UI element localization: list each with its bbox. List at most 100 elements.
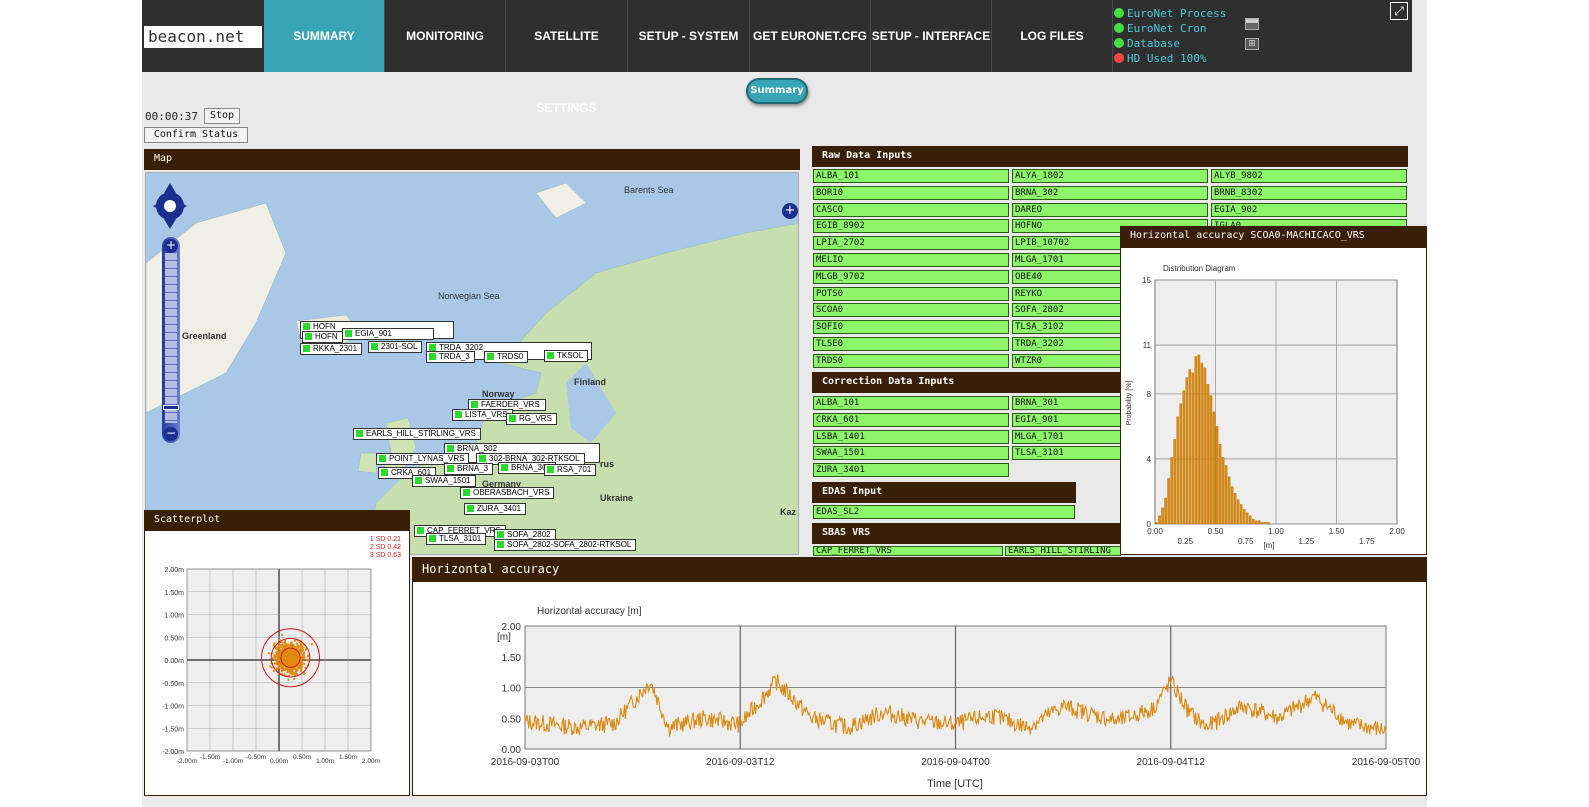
raw-input-cell[interactable]: MELIO [813, 253, 1009, 267]
map-site-label[interactable]: BRNA_3 [444, 463, 494, 475]
raw-input-cell[interactable]: DAREO [1012, 202, 1208, 217]
ts-xtick-label: 2016-09-05T00 [1352, 757, 1421, 768]
hist-bar [1182, 390, 1185, 525]
edas-input-cell[interactable]: EDAS_SL2 [813, 505, 1075, 519]
hist-bar [1161, 507, 1164, 525]
ts-ytick-label: 1.00 [502, 684, 522, 695]
tab-summary[interactable]: SUMMARY [264, 0, 385, 72]
scatter-point [292, 660, 295, 663]
map-site-label[interactable]: RSA_701 [544, 464, 597, 476]
zoom-in-icon[interactable]: + [164, 239, 178, 253]
hist-ylabel: Probability [%] [1126, 381, 1133, 426]
map-site-label[interactable]: SWAA_1501 [412, 475, 476, 487]
scatter-point [295, 645, 298, 648]
raw-input-cell[interactable]: BRNB_8302 [1211, 185, 1407, 200]
map-site-label[interactable]: LISTA_VRS [452, 409, 513, 421]
zoom-handle[interactable] [163, 405, 179, 410]
hist-bar [1203, 367, 1207, 525]
map-site-label[interactable]: RKKA_2301 [300, 343, 363, 355]
scatter-point [270, 666, 273, 669]
scatter-ytick-label: -0.50m [162, 681, 184, 688]
map-site-label[interactable]: ZURA_3401 [464, 503, 527, 515]
scatter-point [277, 659, 280, 662]
raw-input-cell[interactable]: SOFI0 [813, 320, 1009, 335]
hist-bar [1264, 522, 1267, 525]
scatter-ytick-label: -1.50m [162, 726, 184, 733]
hist-ytick-label: 4 [1147, 455, 1152, 464]
raw-input-cell[interactable]: ALYA_1802 [1012, 169, 1208, 183]
raw-input-cell[interactable]: ALYB_9802 [1211, 169, 1407, 183]
hist-title: Distribution Diagram [1163, 264, 1236, 273]
raw-input-cell[interactable]: ALBA_101 [813, 169, 1009, 183]
raw-input-cell[interactable]: BRNA_302 [1012, 185, 1208, 200]
tab-log-files[interactable]: LOG FILES [992, 0, 1113, 72]
layer-switcher-icon[interactable]: + [782, 203, 798, 219]
hist-bar [1258, 520, 1261, 525]
raw-input-cell[interactable]: CASCO [813, 202, 1009, 217]
scatter-sd-label: 1 SD 0.21 [370, 536, 401, 543]
scatter-point [307, 654, 310, 657]
theme-dark-icon[interactable] [1245, 18, 1259, 30]
raw-input-cell[interactable]: POTS0 [813, 286, 1009, 301]
status-dot-icon [1114, 8, 1124, 18]
scatter-point [294, 656, 297, 659]
map-view[interactable]: Barents Sea Norwegian Sea Greenland Finl… [145, 172, 799, 555]
scatter-panel: 2.00m 1.50m 1.00m 0.50m 0.00m -0.50m -1.00m -1.… [144, 530, 410, 796]
scatter-point [289, 641, 293, 644]
map-site-label[interactable]: EGIA_901 [342, 328, 434, 340]
map-pan-control[interactable] [152, 181, 188, 231]
correction-input-cell[interactable]: LSBA_1401 [813, 429, 1009, 444]
fullscreen-icon[interactable]: ⤢ [1390, 2, 1408, 20]
scatter-point [299, 643, 303, 646]
scatter-point [281, 648, 284, 651]
scatter-point [271, 657, 275, 660]
map-site-label[interactable]: OBERASBACH_VRS [460, 487, 555, 499]
map-label-norwegian-sea: Norwegian Sea [438, 291, 500, 301]
stop-button[interactable]: Stop [204, 108, 240, 124]
tab-monitoring[interactable]: MONITORING [385, 0, 506, 72]
tab-satellite-settings[interactable]: SATELLITE SETTINGS [506, 0, 628, 115]
map-label-barents-sea: Barents Sea [624, 185, 674, 195]
confirm-status-button[interactable]: Confirm Status [144, 127, 248, 143]
hist-bar [1255, 520, 1258, 525]
raw-input-cell[interactable]: LPIA_2702 [813, 236, 1009, 251]
map-site-label[interactable]: TKSOL [544, 350, 589, 362]
summary-pill-button[interactable]: Summary [746, 78, 808, 104]
tab-setup-interface[interactable]: SETUP - INTERFACE [871, 0, 992, 72]
map-site-label[interactable]: TLSA_3101 [426, 533, 487, 545]
scatter-point [288, 658, 292, 661]
hist-ytick-label: 15 [1142, 276, 1151, 285]
status-database: Database [1114, 36, 1239, 51]
correction-input-cell[interactable]: ZURA_3401 [813, 463, 1009, 478]
hist-bar [1230, 486, 1234, 525]
scatter-xtick-label: -2.00m [177, 758, 197, 765]
map-site-label[interactable]: RG_VRS [506, 413, 557, 425]
navbar: beacon.net SUMMARY MONITORING SATELLITE … [142, 0, 1412, 115]
logo[interactable]: beacon.net [144, 26, 262, 48]
sbas-input-cell[interactable]: EARLS_HILL_STIRLING [1005, 546, 1121, 556]
raw-input-cell[interactable]: EGIB_8902 [813, 219, 1009, 234]
zoom-out-icon[interactable]: − [164, 427, 178, 441]
raw-input-cell[interactable]: TRDS0 [813, 353, 1009, 368]
raw-input-cell[interactable]: SCOA0 [813, 303, 1009, 318]
raw-input-cell[interactable]: TLSE0 [813, 337, 1009, 351]
grid-layout-icon[interactable]: ⊞ [1245, 38, 1259, 50]
tab-setup-system[interactable]: SETUP - SYSTEM [628, 0, 750, 72]
hist-bar [1212, 411, 1216, 525]
tab-get-euronet-cfg[interactable]: GET EURONET.CFG [750, 0, 871, 72]
correction-input-cell[interactable]: SWAA_1501 [813, 446, 1009, 461]
map-site-label[interactable]: EARLS_HILL_STIRLING_VRS [353, 428, 481, 440]
correction-input-cell[interactable]: ALBA_101 [813, 396, 1009, 410]
correction-input-cell[interactable]: CRKA_601 [813, 412, 1009, 427]
map-site-label[interactable]: TRDS0 [484, 351, 529, 363]
map-site-label[interactable]: HOFN [302, 331, 343, 343]
raw-input-cell[interactable]: MLGB_9702 [813, 269, 1009, 284]
map-site-label[interactable]: SOFA_2802-SOFA_2802-RTKSOL [494, 539, 637, 551]
sbas-input-cell[interactable]: CAP_FERRET_VRS [813, 546, 1003, 556]
raw-input-cell[interactable]: BOR10 [813, 185, 1009, 200]
map-site-label[interactable]: 2301-SOL [368, 341, 423, 353]
map-site-label[interactable]: TRDA_3 [426, 351, 475, 363]
raw-input-cell[interactable]: EGIA_902 [1211, 202, 1407, 217]
scatter-point [300, 668, 303, 671]
status-indicators: EuroNet Process EuroNet Cron Database HD… [1114, 6, 1239, 66]
